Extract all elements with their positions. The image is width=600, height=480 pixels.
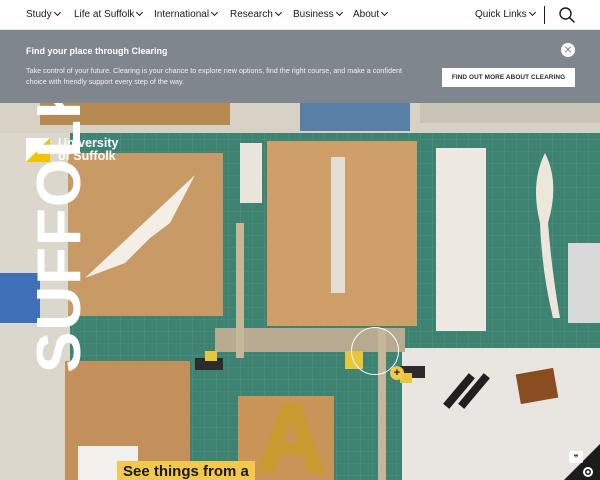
banner-title: Find your place through Clearing [26,46,168,56]
nav-item-life-at-suffolk[interactable]: Life at Suffolk [74,8,144,20]
chevron-down-icon [528,8,536,17]
chevron-down-icon [335,8,343,17]
nav-item-about[interactable]: About [353,8,389,20]
nav-item-research[interactable]: Research [230,8,282,20]
clearing-banner: Find your place through Clearing Take co… [0,30,600,103]
close-icon[interactable] [561,43,575,57]
chevron-down-icon [136,8,144,17]
chevron-down-icon [274,8,282,17]
chevron-down-icon [381,8,389,17]
nav-item-quick-links[interactable]: Quick Links [475,8,536,20]
nav-item-business[interactable]: Business [293,8,343,20]
find-out-more-clearing-button[interactable]: FIND OUT MORE ABOUT CLEARING [442,68,575,87]
banner-body: Take control of your future. Clearing is… [26,66,402,86]
search-icon [559,7,575,23]
top-navigation: Study Life at Suffolk International Rese… [0,0,600,30]
chevron-down-icon [53,8,61,17]
hero-image: University of Suffolk SUFFOLK See things… [0,103,600,480]
cookie-settings-icon[interactable]: ❞ [561,443,600,480]
search-button[interactable] [558,6,576,24]
chevron-down-icon [211,8,219,17]
nav-item-international[interactable]: International [154,8,219,20]
nav-item-study[interactable]: Study [26,8,61,20]
svg-text:❞: ❞ [574,454,579,464]
hero-tagline: See things from a [117,461,255,480]
nav-divider [544,6,545,24]
hero-big-word: SUFFOLK [25,103,94,373]
plus-icon[interactable]: + [390,366,404,380]
